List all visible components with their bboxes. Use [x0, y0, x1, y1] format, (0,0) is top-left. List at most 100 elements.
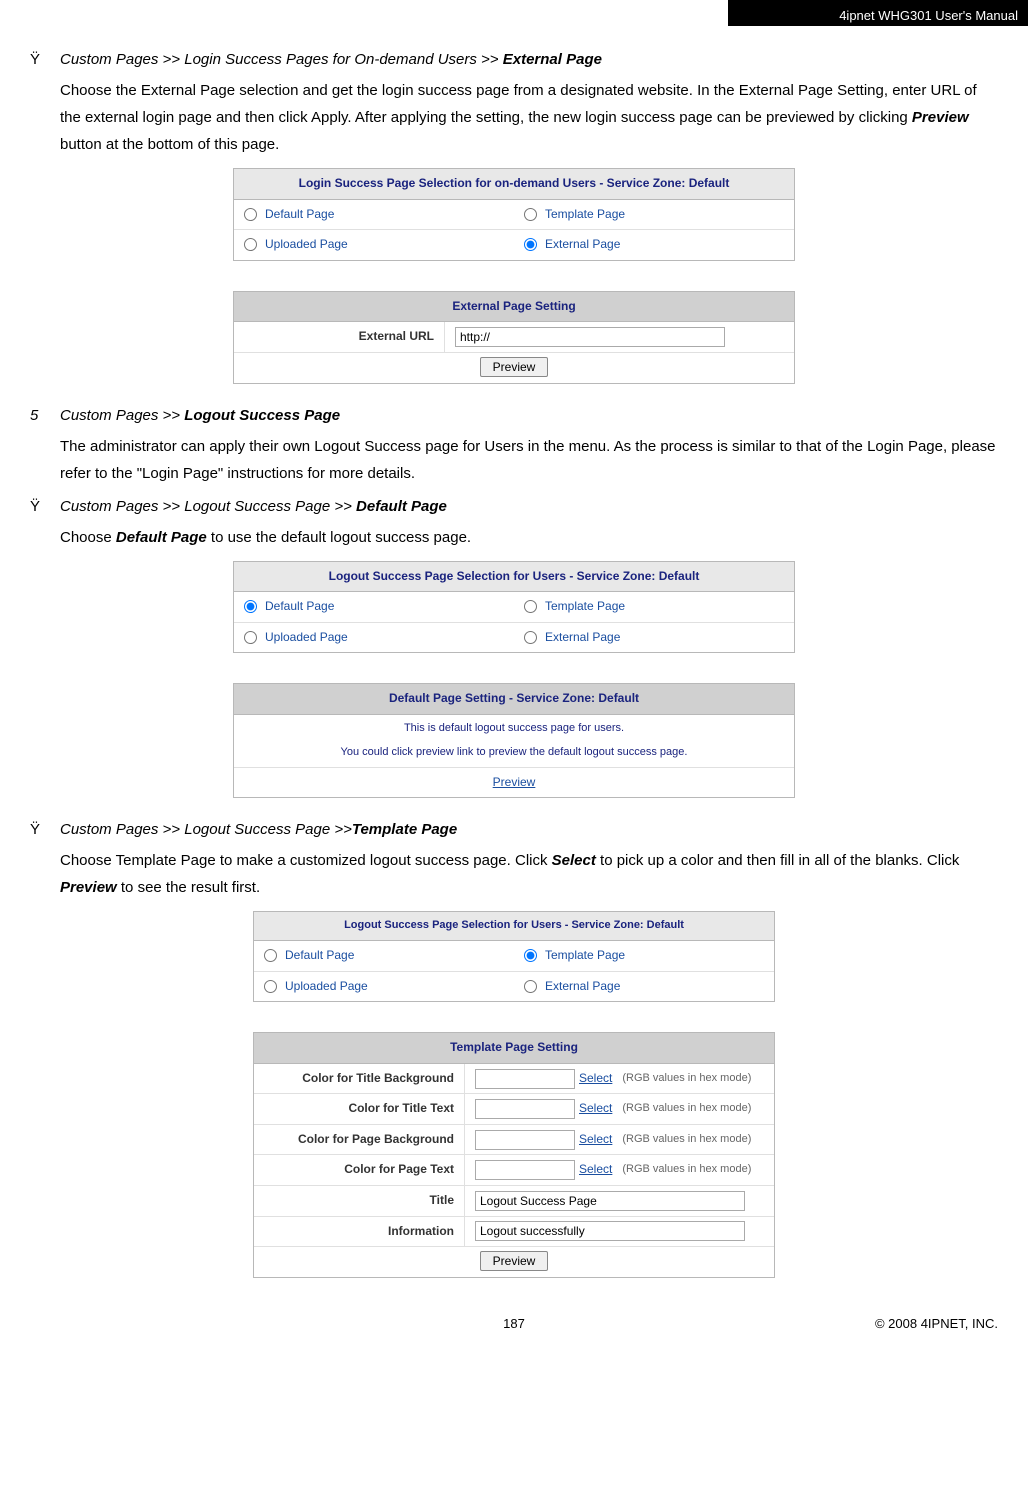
external-url-input[interactable]: [455, 327, 725, 347]
bullet-icon: Ÿ: [30, 816, 60, 843]
radio-input[interactable]: [244, 238, 257, 251]
para-tail: button at the bottom of this page.: [60, 136, 279, 153]
setting-value-cell: Select (RGB values in hex mode): [465, 1155, 774, 1185]
figure-template-page: Logout Success Page Selection for Users …: [30, 911, 998, 1278]
preview-link[interactable]: Preview: [493, 775, 536, 789]
radio-input[interactable]: [524, 238, 537, 251]
select-link[interactable]: Select: [579, 1159, 612, 1181]
radio-uploaded-page[interactable]: Uploaded Page: [234, 623, 514, 653]
radio-input[interactable]: [524, 980, 537, 993]
color-input[interactable]: [475, 1130, 575, 1150]
hint-text: (RGB values in hex mode): [622, 1099, 751, 1119]
radio-label: Template Page: [545, 596, 625, 618]
setting-label: Color for Title Background: [254, 1064, 465, 1094]
breadcrumb-default-page: Custom Pages >> Logout Success Page >> D…: [60, 493, 447, 520]
select-link[interactable]: Select: [579, 1068, 612, 1090]
para-text: Choose the External Page selection and g…: [60, 82, 977, 126]
page-number: 187: [230, 1312, 798, 1335]
breadcrumb-bold: Template Page: [352, 821, 457, 838]
color-input[interactable]: [475, 1160, 575, 1180]
breadcrumb-logout-success: Custom Pages >> Logout Success Page: [60, 402, 340, 429]
setting-label: Color for Page Background: [254, 1125, 465, 1155]
radio-default-page[interactable]: Default Page: [234, 592, 514, 622]
setting-value-cell: Select (RGB values in hex mode): [465, 1094, 774, 1124]
radio-input[interactable]: [244, 208, 257, 221]
section2-paragraph: The administrator can apply their own Lo…: [60, 433, 998, 487]
radio-input[interactable]: [524, 631, 537, 644]
figure-external-page: Login Success Page Selection for on-dema…: [30, 168, 998, 384]
preview-button[interactable]: Preview: [480, 357, 549, 377]
para-bold: Default Page: [116, 529, 207, 546]
setting-label: Color for Page Text: [254, 1155, 465, 1185]
radio-input[interactable]: [264, 980, 277, 993]
radio-label: External Page: [545, 976, 620, 998]
radio-label: Template Page: [545, 945, 625, 967]
radio-template-page[interactable]: Template Page: [514, 592, 794, 622]
section4-paragraph: Choose Template Page to make a customize…: [60, 847, 998, 901]
radio-default-page[interactable]: Default Page: [254, 941, 514, 971]
radio-label: Default Page: [265, 204, 334, 226]
text-input[interactable]: [475, 1221, 745, 1241]
setting-label: Color for Title Text: [254, 1094, 465, 1124]
bullet-icon: Ÿ: [30, 46, 60, 73]
radio-input[interactable]: [244, 631, 257, 644]
external-url-label: External URL: [234, 322, 445, 352]
radio-input[interactable]: [524, 600, 537, 613]
setting-value-cell: Select(RGB values in hex mode): [465, 1125, 774, 1155]
radio-label: Template Page: [545, 204, 625, 226]
hint-text: (RGB values in hex mode): [622, 1069, 751, 1089]
breadcrumb-template-page: Custom Pages >> Logout Success Page >>Te…: [60, 816, 457, 843]
select-link[interactable]: Select: [579, 1129, 612, 1151]
setting-value-cell: [465, 1186, 774, 1216]
color-input[interactable]: [475, 1069, 575, 1089]
radio-label: External Page: [545, 234, 620, 256]
setting-value-cell: Select (RGB values in hex mode): [465, 1064, 774, 1094]
radio-uploaded-page[interactable]: Uploaded Page: [234, 230, 514, 260]
radio-label: Default Page: [285, 945, 354, 967]
breadcrumb-bold: External Page: [503, 51, 602, 68]
panel-title: Template Page Setting: [254, 1033, 774, 1064]
radio-input[interactable]: [264, 949, 277, 962]
radio-template-page[interactable]: Template Page: [514, 200, 794, 230]
color-input[interactable]: [475, 1099, 575, 1119]
radio-input[interactable]: [524, 208, 537, 221]
copyright: © 2008 4IPNET, INC.: [798, 1312, 998, 1335]
radio-label: Uploaded Page: [265, 627, 348, 649]
para-bold: Preview: [912, 109, 969, 126]
text-input[interactable]: [475, 1191, 745, 1211]
preview-button[interactable]: Preview: [480, 1251, 549, 1271]
para-pre: Choose: [60, 529, 116, 546]
radio-template-page[interactable]: Template Page: [514, 941, 774, 971]
radio-label: Default Page: [265, 596, 334, 618]
breadcrumb-prefix: Custom Pages >> Login Success Pages for …: [60, 51, 503, 68]
para-bold: Preview: [60, 879, 117, 896]
figure-default-page: Logout Success Page Selection for Users …: [30, 561, 998, 799]
note-line-2: You could click preview link to preview …: [234, 739, 794, 767]
breadcrumb-bold: Default Page: [356, 498, 447, 515]
radio-external-page[interactable]: External Page: [514, 972, 774, 1002]
breadcrumb-prefix: Custom Pages >> Logout Success Page >>: [60, 821, 352, 838]
para-pre: Choose Template Page to make a customize…: [60, 852, 552, 869]
radio-external-page[interactable]: External Page: [514, 230, 794, 260]
para-post: to see the result first.: [117, 879, 260, 896]
section1-paragraph: Choose the External Page selection and g…: [60, 77, 998, 158]
breadcrumb-prefix: Custom Pages >> Logout Success Page >>: [60, 498, 356, 515]
radio-default-page[interactable]: Default Page: [234, 200, 514, 230]
panel-title: External Page Setting: [234, 292, 794, 323]
header-product-label: 4ipnet WHG301 User's Manual: [728, 0, 1028, 26]
radio-uploaded-page[interactable]: Uploaded Page: [254, 972, 514, 1002]
para-post: to use the default logout success page.: [207, 529, 471, 546]
select-link[interactable]: Select: [579, 1098, 612, 1120]
setting-label: Title: [254, 1186, 465, 1216]
radio-input[interactable]: [244, 600, 257, 613]
panel-title: Logout Success Page Selection for Users …: [254, 912, 774, 941]
radio-external-page[interactable]: External Page: [514, 623, 794, 653]
panel-title: Login Success Page Selection for on-dema…: [234, 169, 794, 200]
section3-paragraph: Choose Default Page to use the default l…: [60, 524, 998, 551]
breadcrumb-external-page: Custom Pages >> Login Success Pages for …: [60, 46, 602, 73]
setting-value-cell: [465, 1217, 774, 1247]
panel-title: Logout Success Page Selection for Users …: [234, 562, 794, 593]
breadcrumb-bold: Logout Success Page: [184, 407, 340, 424]
hint-text: (RGB values in hex mode): [622, 1160, 751, 1180]
radio-input[interactable]: [524, 949, 537, 962]
